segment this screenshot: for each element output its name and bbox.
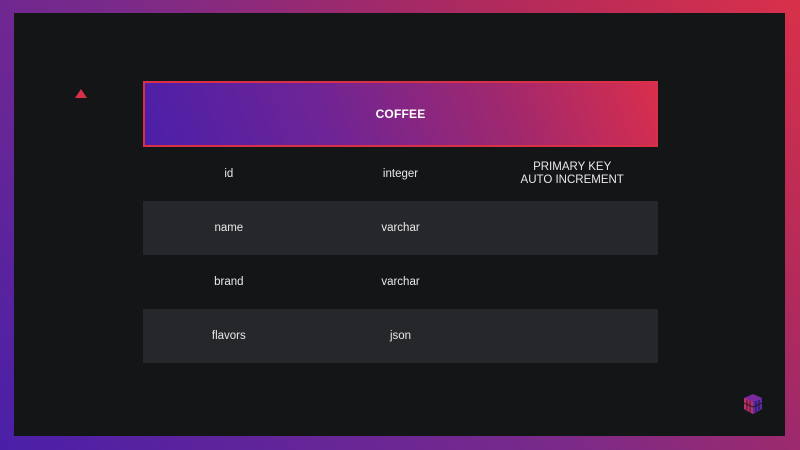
- column-type: json: [389, 329, 412, 342]
- table-row: id integer PRIMARY KEY AUTO INCREMENT: [143, 147, 658, 201]
- table-header: COFFEE: [143, 81, 658, 147]
- red-triangle-decoration: [75, 89, 87, 98]
- column-name: id: [224, 167, 234, 180]
- column-constraints: PRIMARY KEY AUTO INCREMENT: [520, 161, 624, 186]
- table-row: name varchar: [143, 201, 658, 255]
- table-row: brand varchar: [143, 255, 658, 309]
- table-diagram: COFFEE id integer PRIMARY KEY AUTO INCRE…: [143, 81, 658, 363]
- column-name: brand: [214, 275, 244, 288]
- brand-logo-icon: [743, 394, 763, 414]
- column-type: integer: [382, 167, 419, 180]
- column-type: varchar: [381, 275, 420, 288]
- column-name: flavors: [211, 329, 246, 342]
- table-row: flavors json: [143, 309, 658, 363]
- column-type: varchar: [381, 221, 420, 234]
- column-name: name: [214, 221, 244, 234]
- table-title: COFFEE: [375, 107, 426, 121]
